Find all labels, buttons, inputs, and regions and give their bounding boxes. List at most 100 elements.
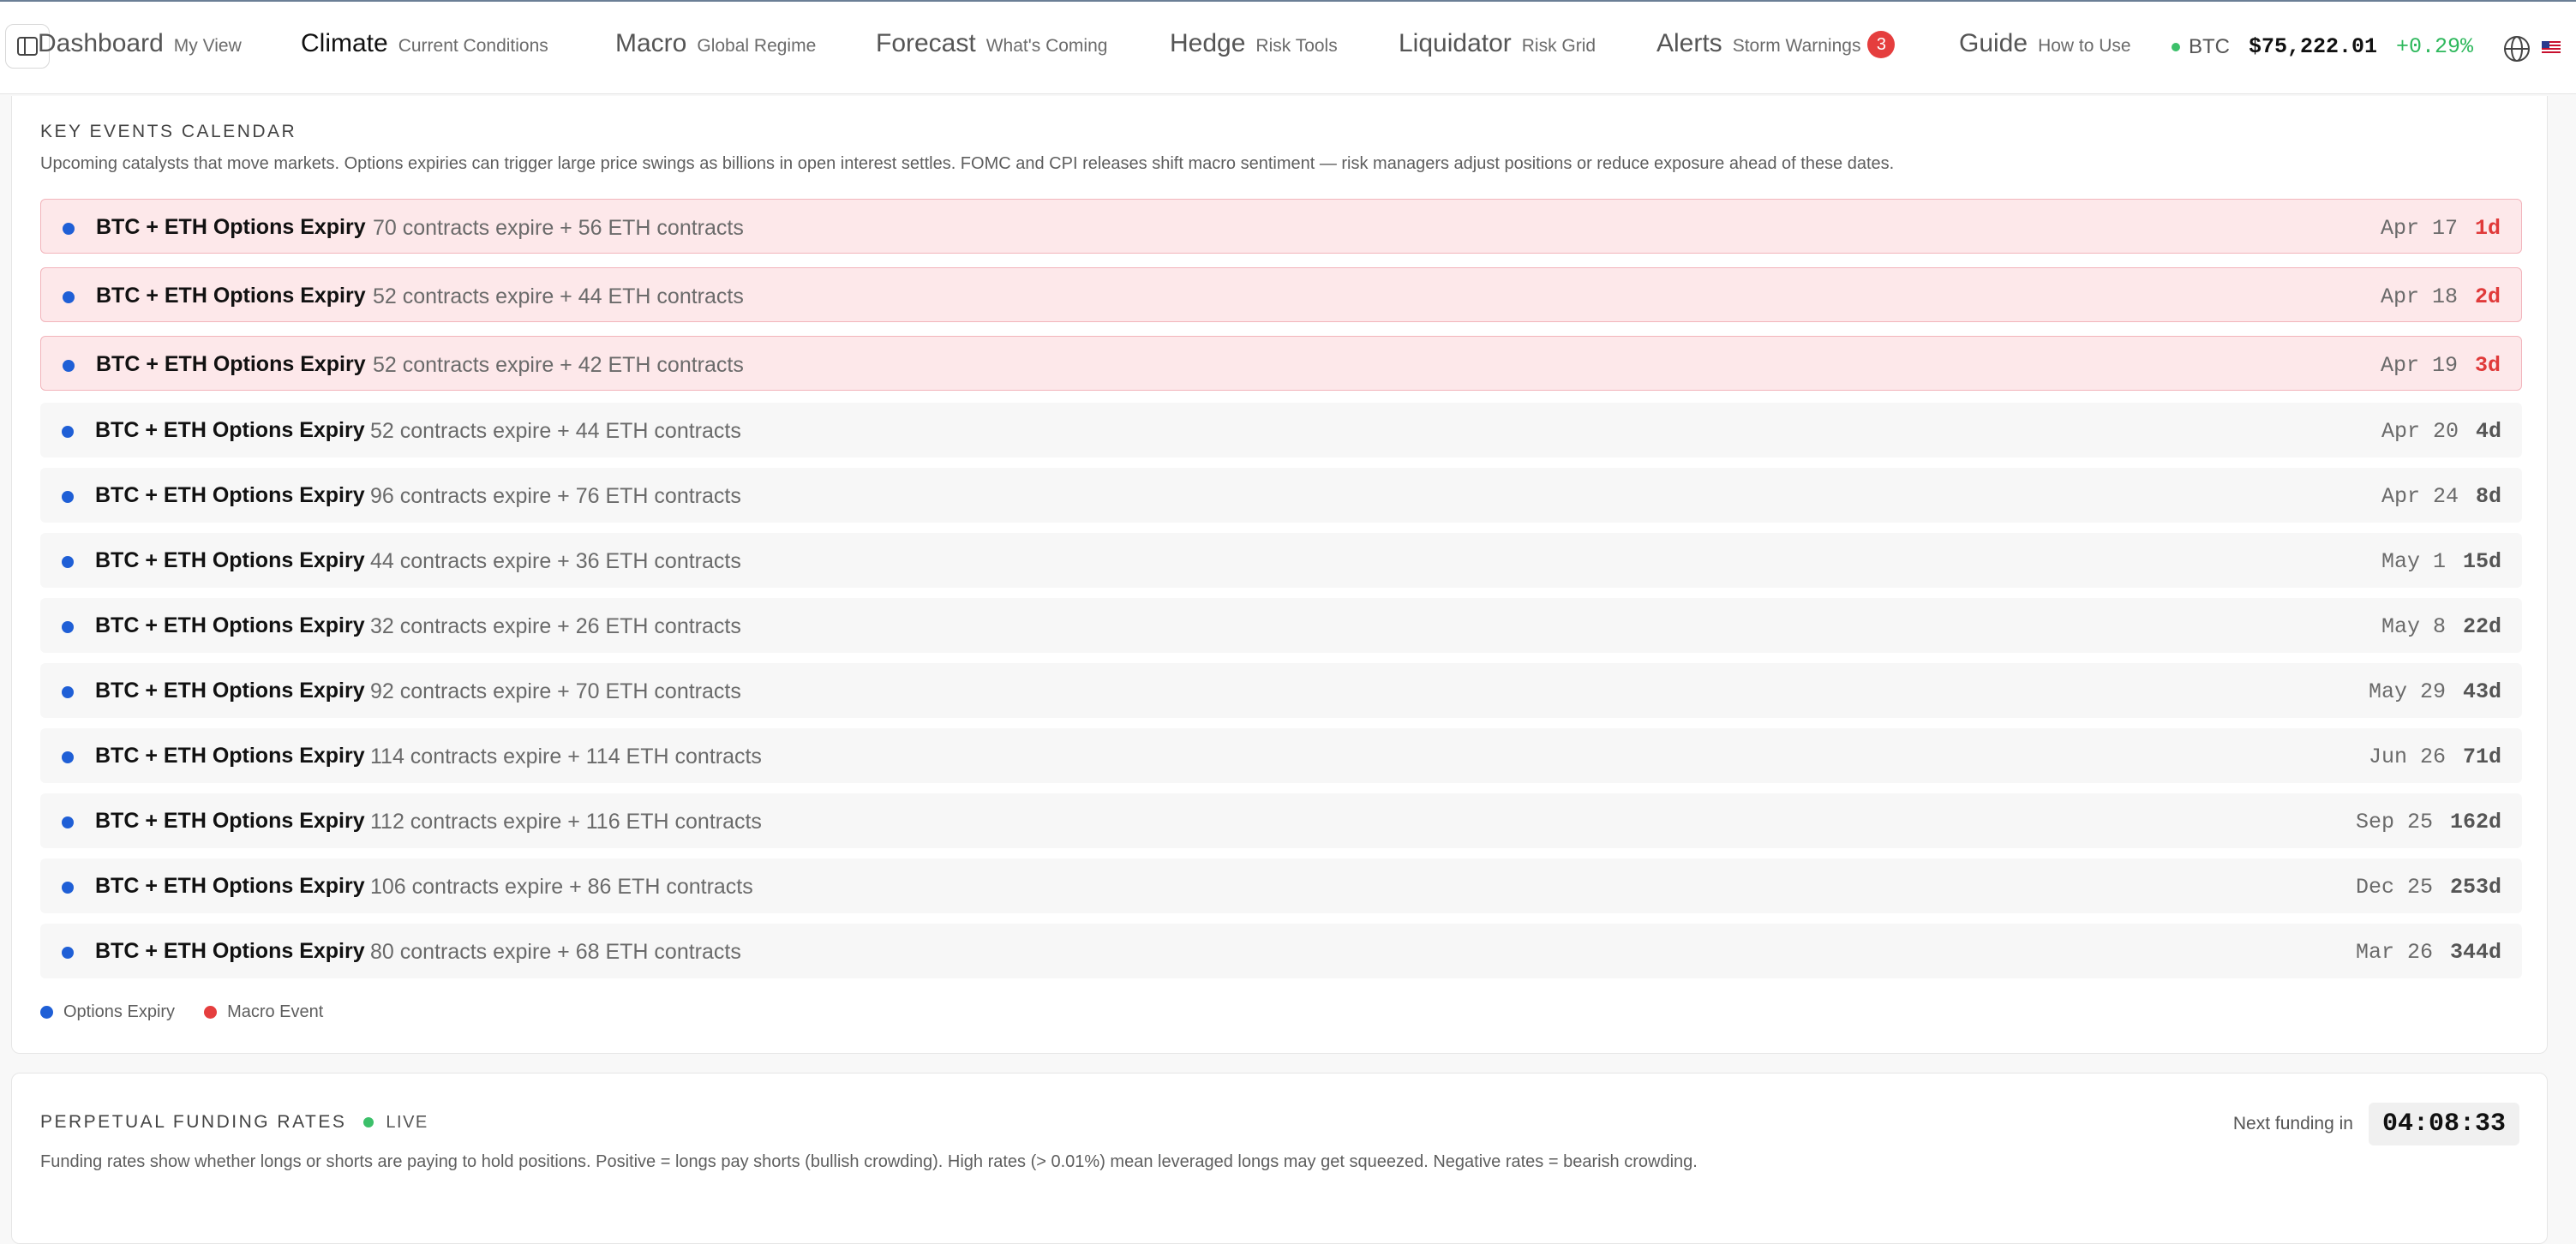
event-description: 106 contracts expire + 86 ETH contracts [370,875,753,899]
event-timing: Mar 26 344d [2356,940,2501,965]
next-funding: Next funding in 04:08:33 [2233,1103,2519,1145]
event-row[interactable]: BTC + ETH Options Expiry 52 contracts exp… [40,403,2522,458]
nav-sublabel: Global Regime [697,36,817,56]
ticker-symbol: BTC [2189,34,2230,58]
top-navigation: Dashboard My View Climate Current Condit… [0,0,2576,94]
legend-label: Macro Event [227,1002,324,1021]
options-expiry-dot [62,947,74,959]
event-days-remaining: 22d [2462,614,2501,639]
nav-label: Macro [615,29,687,57]
language-button[interactable] [2502,34,2531,68]
event-timing: Apr 18 2d [2381,284,2501,309]
funding-countdown: 04:08:33 [2368,1103,2519,1145]
event-timing: Jun 26 71d [2369,745,2501,769]
options-expiry-dot [62,556,74,568]
event-description: 80 contracts expire + 68 ETH contracts [370,940,741,964]
funding-title: PERPETUAL FUNDING RATES [40,1112,347,1132]
event-days-remaining: 1d [2474,216,2501,241]
nav-sublabel: Current Conditions [398,36,548,56]
ticker-price: $75,222.01 [2249,34,2378,59]
nav-sublabel: Risk Tools [1255,36,1338,56]
nav-hedge[interactable]: Hedge Risk Tools [1170,29,1338,58]
event-timing: May 8 22d [2381,614,2501,639]
nav-label: Alerts [1656,29,1722,57]
nav-climate[interactable]: Climate Current Conditions [301,29,548,58]
event-description: 32 contracts expire + 26 ETH contracts [370,614,741,638]
event-row[interactable]: BTC + ETH Options Expiry 112 contracts ex… [40,793,2522,848]
nav-label: Dashboard [38,29,164,57]
event-description: 96 contracts expire + 76 ETH contracts [370,484,741,508]
options-expiry-dot [62,426,74,438]
options-expiry-legend-dot [40,1006,53,1019]
event-days-remaining: 162d [2449,810,2501,834]
alerts-count-badge: 3 [1867,31,1896,58]
nav-label: Climate [301,29,388,57]
event-description: 52 contracts expire + 44 ETH contracts [370,419,741,443]
event-row[interactable]: BTC + ETH Options Expiry 32 contracts exp… [40,598,2522,653]
event-description: 112 contracts expire + 116 ETH contracts [370,810,762,834]
event-row[interactable]: BTC + ETH Options Expiry 80 contracts exp… [40,924,2522,978]
event-row[interactable]: BTC + ETH Options Expiry 92 contracts exp… [40,663,2522,718]
event-date: May 1 [2381,549,2446,574]
event-row[interactable]: BTC + ETH Options Expiry 52 contracts exp… [40,267,2522,322]
event-days-remaining: 2d [2474,284,2501,309]
nav-guide[interactable]: Guide How to Use [1959,29,2131,58]
event-days-remaining: 43d [2462,679,2501,704]
event-timing: May 1 15d [2381,549,2501,574]
event-row[interactable]: BTC + ETH Options Expiry 52 contracts exp… [40,336,2522,391]
event-row[interactable]: BTC + ETH Options Expiry 96 contracts exp… [40,468,2522,523]
nav-macro[interactable]: Macro Global Regime [615,29,816,58]
event-timing: May 29 43d [2369,679,2501,704]
options-expiry-dot [62,621,74,633]
funding-description: Funding rates show whether longs or shor… [40,1152,1698,1171]
event-title: BTC + ETH Options Expiry [95,874,365,898]
nav-label: Hedge [1170,29,1246,57]
options-expiry-dot [62,816,74,828]
nav-dashboard[interactable]: Dashboard My View [38,29,242,58]
nav-label: Liquidator [1399,29,1512,57]
event-title: BTC + ETH Options Expiry [95,548,365,572]
event-timing: Dec 25 253d [2356,875,2501,900]
event-days-remaining: 4d [2475,419,2501,444]
options-expiry-dot [62,882,74,894]
event-title: BTC + ETH Options Expiry [96,352,366,376]
event-timing: Apr 19 3d [2381,353,2501,378]
event-description: 114 contracts expire + 114 ETH contracts [370,745,762,769]
nav-liquidator[interactable]: Liquidator Risk Grid [1399,29,1596,58]
event-title: BTC + ETH Options Expiry [95,613,365,637]
event-date: May 29 [2368,679,2446,704]
event-row[interactable]: BTC + ETH Options Expiry 114 contracts ex… [40,728,2522,783]
nav-forecast[interactable]: Forecast What's Coming [876,29,1107,58]
options-expiry-dot [62,686,74,698]
event-description: 52 contracts expire + 42 ETH contracts [373,353,744,377]
nav-label: Guide [1959,29,2028,57]
event-row[interactable]: BTC + ETH Options Expiry 70 contracts exp… [40,199,2522,254]
nav-sublabel: Risk Grid [1521,36,1597,56]
event-title: BTC + ETH Options Expiry [95,679,365,703]
event-row[interactable]: BTC + ETH Options Expiry 44 contracts exp… [40,533,2522,588]
options-expiry-dot [62,491,74,503]
calendar-description: Upcoming catalysts that move markets. Op… [40,154,1895,173]
event-date: Sep 25 [2355,810,2433,834]
event-date: Apr 19 [2380,353,2458,378]
nav-label: Forecast [876,29,976,57]
event-days-remaining: 344d [2449,940,2501,965]
nav-alerts[interactable]: Alerts Storm Warnings 3 [1656,29,1896,60]
nav-sublabel: My View [173,36,242,56]
event-description: 44 contracts expire + 36 ETH contracts [370,549,741,573]
event-row[interactable]: BTC + ETH Options Expiry 106 contracts ex… [40,858,2522,913]
event-title: BTC + ETH Options Expiry [96,284,366,308]
nav-sublabel: What's Coming [985,36,1108,56]
funding-rates-panel: PERPETUAL FUNDING RATES LIVE Next fundin… [11,1073,2548,1244]
event-timing: Apr 17 1d [2381,216,2501,241]
event-description: 52 contracts expire + 44 ETH contracts [373,284,744,308]
event-date: Jun 26 [2368,745,2446,769]
event-title: BTC + ETH Options Expiry [95,418,365,442]
event-date: Dec 25 [2355,875,2433,900]
event-title: BTC + ETH Options Expiry [95,483,365,507]
event-date: Apr 17 [2380,216,2458,241]
options-expiry-dot [63,223,75,235]
event-date: Apr 24 [2381,484,2459,509]
us-flag-icon[interactable] [2542,41,2561,54]
event-description: 92 contracts expire + 70 ETH contracts [370,679,741,703]
